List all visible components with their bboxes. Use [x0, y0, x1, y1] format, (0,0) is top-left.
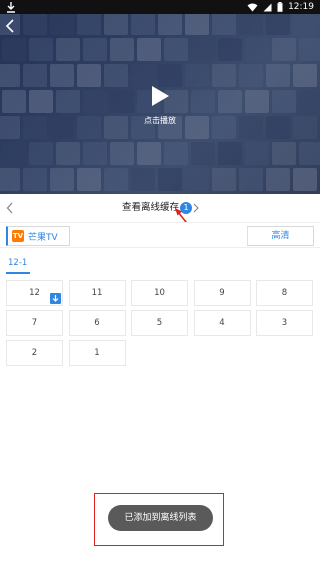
tab-active-indicator — [6, 272, 30, 274]
back-arrow-icon[interactable] — [4, 18, 18, 34]
episode-label: 3 — [281, 318, 288, 328]
episode-button[interactable]: 9 — [193, 280, 251, 306]
source-row: TV 芒果TV 高清 — [0, 222, 320, 248]
episode-button[interactable]: 4 — [193, 310, 251, 336]
episode-button[interactable]: 7 — [6, 310, 63, 336]
episode-label: 12 — [29, 288, 40, 298]
episode-label: 4 — [219, 318, 225, 328]
signal-icon — [263, 3, 272, 11]
offline-cache-row[interactable]: 查看离线缓存 1 — [0, 194, 320, 222]
episode-label: 9 — [219, 288, 225, 298]
episode-label: 5 — [156, 318, 163, 328]
episode-label: 1 — [94, 348, 100, 358]
play-label[interactable]: 点击播放 — [0, 115, 320, 126]
downloaded-icon — [50, 293, 61, 304]
download-icon — [7, 2, 15, 13]
source-label: 芒果TV — [28, 232, 58, 243]
battery-icon — [277, 2, 283, 12]
video-player[interactable]: 点击播放 — [0, 14, 320, 194]
status-bar: 12:19 — [0, 0, 320, 14]
episode-button[interactable]: 5 — [131, 310, 188, 336]
episode-label: 8 — [281, 288, 288, 298]
episode-label: 10 — [154, 288, 165, 298]
episode-label: 2 — [31, 348, 38, 358]
chevron-left-icon[interactable] — [6, 202, 14, 214]
play-icon[interactable] — [150, 85, 170, 107]
mango-tv-logo-icon: TV — [12, 230, 24, 242]
episode-label: 6 — [94, 318, 100, 328]
episode-button[interactable]: 8 — [256, 280, 313, 306]
episode-button[interactable]: 10 — [131, 280, 188, 306]
episode-button[interactable]: 1 — [68, 340, 126, 366]
episode-button[interactable]: 2 — [6, 340, 63, 366]
episode-button[interactable]: 3 — [256, 310, 313, 336]
toast-message: 已添加到离线列表 — [108, 505, 213, 531]
episode-button[interactable]: 6 — [68, 310, 126, 336]
quality-button[interactable]: 高清 — [247, 226, 314, 246]
episode-button[interactable]: 11 — [68, 280, 126, 306]
wifi-icon — [247, 3, 258, 11]
status-time: 12:19 — [288, 2, 314, 12]
tab-season-range[interactable]: 12-1 — [8, 258, 27, 268]
source-tab-mango-tv[interactable]: TV 芒果TV — [6, 226, 70, 246]
episode-label: 11 — [91, 288, 103, 298]
episode-button[interactable]: 12 — [6, 280, 63, 306]
episode-label: 7 — [31, 318, 38, 328]
